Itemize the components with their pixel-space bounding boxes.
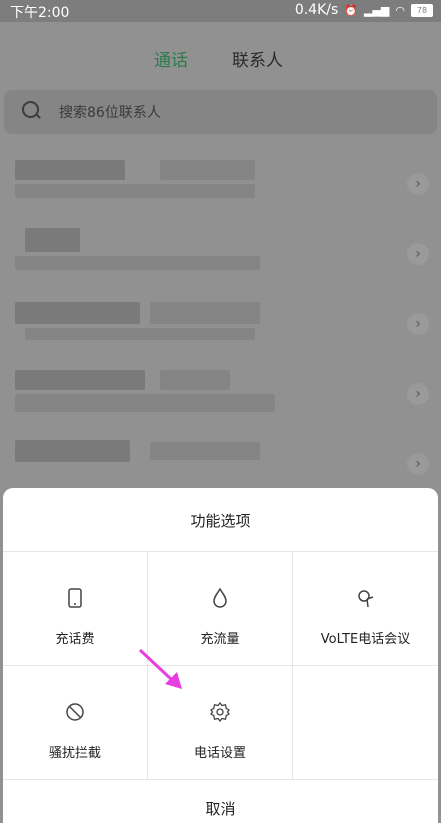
search-placeholder: 搜索86位联系人: [59, 105, 161, 121]
search-icon: [22, 101, 39, 118]
empty-cell: [293, 666, 438, 780]
droplet-icon: [148, 587, 292, 611]
network-speed: 0.4K/s: [294, 2, 339, 18]
satellite-dish-icon: [293, 587, 438, 611]
option-label: 充流量: [200, 632, 240, 647]
options-sheet: 功能选项 充话费 充流量 VoLTE电话会议 骚扰拦截 电话设置 取消: [3, 488, 438, 823]
call-log-row[interactable]: ›: [0, 150, 441, 220]
option-recharge-call[interactable]: 充话费: [3, 552, 148, 666]
status-bar: 下午2:00 0.4K/s ⏰ ▂▄▆ ◠ 78: [0, 0, 441, 22]
tab-contacts[interactable]: 联系人: [232, 46, 283, 71]
tab-bar: 通话 联系人: [0, 46, 441, 76]
tab-calls[interactable]: 通话: [154, 46, 188, 71]
option-harassment-block[interactable]: 骚扰拦截: [3, 666, 148, 780]
wifi-icon: ◠: [395, 3, 405, 17]
detail-chevron-icon[interactable]: ›: [407, 453, 429, 475]
search-bar[interactable]: 搜索86位联系人: [4, 90, 437, 134]
option-label: VoLTE电话会议: [320, 632, 411, 647]
option-volte-conference[interactable]: VoLTE电话会议: [293, 552, 438, 666]
battery-icon: 78: [411, 3, 433, 17]
sheet-title: 功能选项: [190, 512, 251, 530]
detail-chevron-icon[interactable]: ›: [407, 383, 429, 405]
block-icon: [3, 701, 147, 725]
cancel-button[interactable]: 取消: [3, 798, 438, 819]
phone-icon: [3, 587, 147, 611]
status-icons: 0.4K/s ⏰ ▂▄▆ ◠ 78: [295, 2, 433, 18]
signal-icon: ▂▄▆: [364, 3, 390, 17]
detail-chevron-icon[interactable]: ›: [407, 313, 429, 335]
call-log-row[interactable]: ›: [0, 220, 441, 290]
options-grid: 充话费 充流量 VoLTE电话会议 骚扰拦截 电话设置: [3, 551, 438, 782]
status-time: 下午2:00: [10, 5, 70, 21]
call-log-row[interactable]: ›: [0, 290, 441, 360]
option-label: 充话费: [55, 632, 95, 647]
call-log-row[interactable]: ›: [0, 360, 441, 430]
gear-icon: [148, 701, 292, 725]
option-label: 骚扰拦截: [48, 746, 101, 761]
option-phone-settings[interactable]: 电话设置: [148, 666, 293, 780]
alarm-icon: ⏰: [344, 3, 358, 17]
option-recharge-data[interactable]: 充流量: [148, 552, 293, 666]
detail-chevron-icon[interactable]: ›: [407, 173, 429, 195]
option-label: 电话设置: [193, 746, 246, 761]
detail-chevron-icon[interactable]: ›: [407, 243, 429, 265]
